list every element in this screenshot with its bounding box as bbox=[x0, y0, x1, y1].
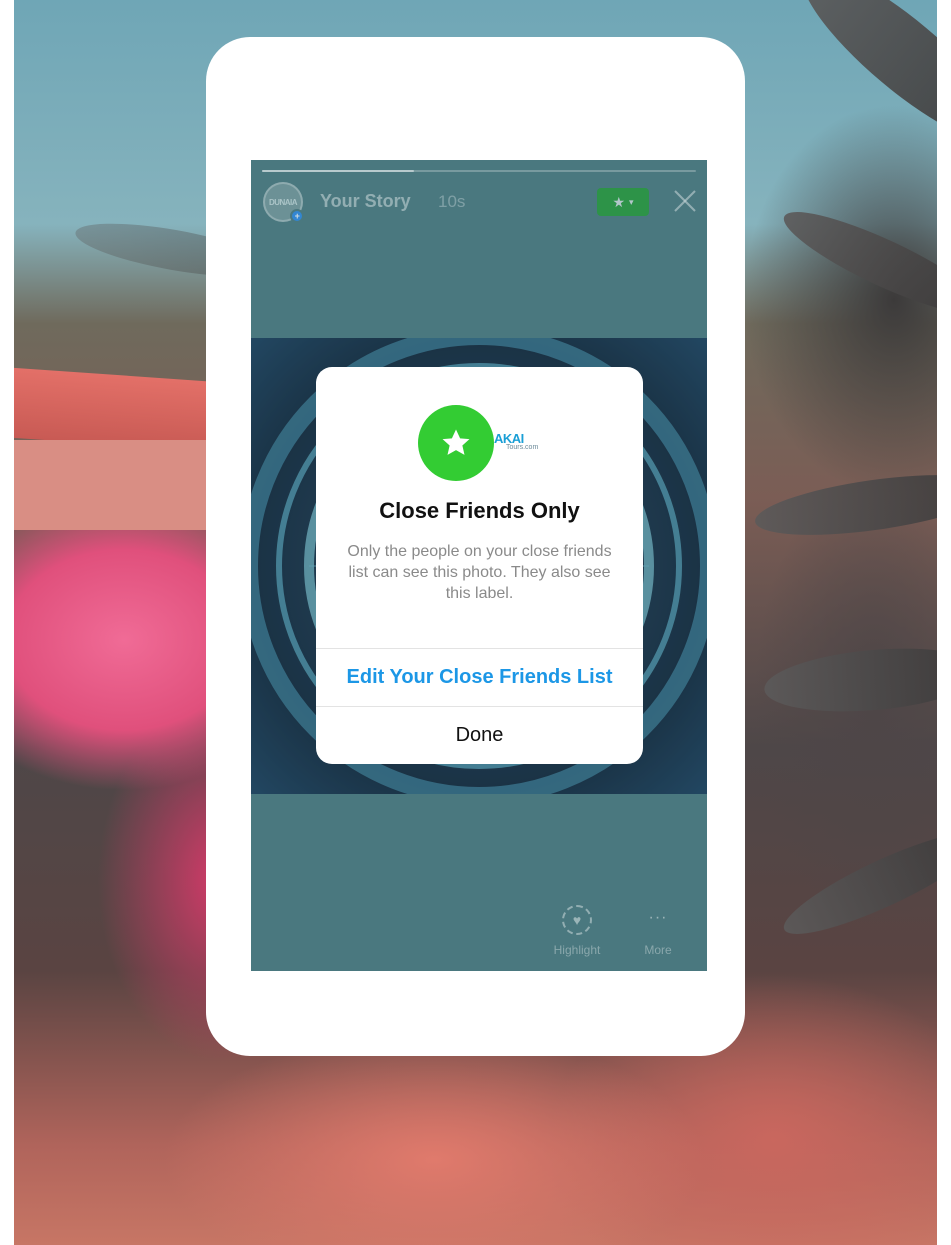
background-leaf bbox=[774, 815, 937, 951]
story-actions: ♥ Highlight ··· More bbox=[541, 905, 701, 965]
more-button[interactable]: ··· More bbox=[636, 905, 680, 957]
background-leaf bbox=[761, 640, 937, 720]
background-leaf bbox=[774, 195, 937, 331]
close-friends-star-icon bbox=[418, 405, 494, 481]
done-button[interactable]: Done bbox=[316, 707, 643, 763]
dialog-message: Only the people on your close friends li… bbox=[347, 543, 612, 602]
highlight-button[interactable]: ♥ Highlight bbox=[541, 905, 613, 957]
highlight-label: Highlight bbox=[553, 943, 601, 957]
background-leaf bbox=[751, 463, 937, 547]
background-wall bbox=[14, 440, 214, 530]
more-label: More bbox=[644, 943, 672, 957]
edit-close-friends-button[interactable]: Edit Your Close Friends List bbox=[316, 649, 643, 705]
brand-logo-subtext: Tours.com bbox=[506, 444, 539, 451]
heart-circle-icon: ♥ bbox=[562, 905, 592, 935]
background-leaf bbox=[781, 0, 937, 166]
brand-logo: AKAI Tours.com bbox=[494, 429, 542, 455]
more-icon: ··· bbox=[648, 909, 668, 926]
dialog-title: Close Friends Only bbox=[379, 498, 580, 523]
close-friends-dialog: AKAI Tours.com Close Friends Only Only t… bbox=[316, 367, 643, 764]
